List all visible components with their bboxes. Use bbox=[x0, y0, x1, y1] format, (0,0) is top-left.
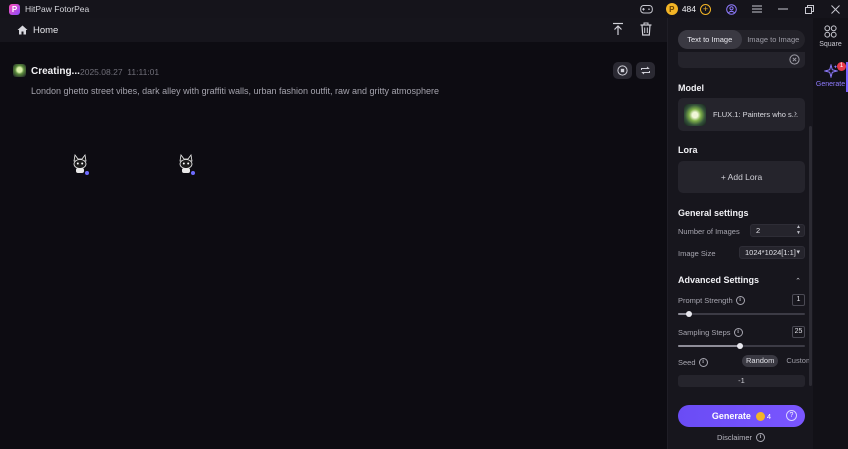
model-section-title: Model bbox=[678, 83, 704, 93]
coin-icon bbox=[755, 411, 765, 421]
image-size-label: Image Size bbox=[678, 249, 716, 258]
num-images-label: Number of Images bbox=[678, 227, 740, 236]
chevron-right-icon: › bbox=[794, 108, 797, 118]
prompt-strength-slider[interactable] bbox=[678, 311, 805, 317]
trash-icon[interactable] bbox=[639, 22, 653, 36]
model-selector[interactable]: FLUX.1: Painters who s... › bbox=[678, 98, 805, 131]
image-size-value: 1024*1024[1:1] bbox=[745, 248, 796, 257]
job-date: 2025.08.27 bbox=[80, 67, 123, 77]
advanced-settings-title: Advanced Settings bbox=[678, 275, 760, 285]
disclaimer-link[interactable]: Disclaimer i bbox=[668, 433, 814, 442]
settings-panel: Text to Image Image to Image Model FLUX.… bbox=[667, 18, 813, 449]
rail-square-label: Square bbox=[819, 41, 842, 48]
top-bar: Home bbox=[0, 18, 667, 42]
grid-icon bbox=[824, 25, 837, 38]
seed-input[interactable]: -1 bbox=[678, 375, 805, 387]
job-status: Creating... bbox=[31, 66, 80, 77]
upload-icon[interactable] bbox=[611, 22, 625, 36]
sampling-steps-slider[interactable] bbox=[678, 343, 805, 349]
user-avatar-icon[interactable] bbox=[718, 0, 744, 18]
title-bar: P HitPaw FotorPea P 484 + bbox=[0, 0, 848, 18]
add-lora-button[interactable]: + Add Lora bbox=[678, 161, 805, 193]
job-timestamp: 2025.08.27 11:11:01 bbox=[80, 67, 159, 77]
sampling-steps-handle[interactable] bbox=[737, 343, 744, 349]
restore-icon[interactable] bbox=[796, 0, 822, 18]
chevron-up-icon[interactable]: ⌃ bbox=[795, 277, 801, 285]
rail-item-generate[interactable]: Generate 1 bbox=[813, 62, 848, 88]
close-icon[interactable] bbox=[822, 0, 848, 18]
stop-icon bbox=[617, 65, 628, 76]
loading-mascot-icon bbox=[73, 154, 89, 175]
add-credits-icon[interactable]: + bbox=[700, 3, 711, 15]
generate-cost: 4 bbox=[766, 411, 772, 421]
stepper-arrows-icon[interactable]: ▲ ▼ bbox=[796, 224, 801, 236]
menu-icon[interactable] bbox=[744, 0, 770, 18]
image-size-select[interactable]: 1024*1024[1:1] ▾ bbox=[739, 246, 805, 259]
tab-image-to-image[interactable]: Image to Image bbox=[742, 30, 806, 49]
info-icon[interactable]: i bbox=[733, 328, 743, 337]
sampling-steps-fill bbox=[678, 345, 741, 347]
job-time: 11:11:01 bbox=[127, 67, 160, 77]
home-link[interactable]: Home bbox=[33, 25, 58, 36]
num-images-label-text: Number of Images bbox=[678, 227, 740, 236]
seed-label: Seed i bbox=[678, 358, 708, 367]
home-icon[interactable] bbox=[17, 25, 28, 35]
rail-item-square[interactable]: Square bbox=[813, 25, 848, 48]
credits-pill[interactable]: P 484 + bbox=[664, 2, 714, 16]
generate-label: Generate bbox=[711, 411, 751, 421]
chevron-down-icon: ▾ bbox=[796, 249, 800, 256]
clear-icon[interactable] bbox=[789, 54, 800, 65]
num-images-value: 2 bbox=[756, 226, 761, 235]
model-thumbnail bbox=[684, 103, 706, 126]
loading-mascot-icon bbox=[179, 154, 195, 175]
seed-mode-toggle: Random Custom bbox=[742, 355, 816, 367]
game-controller-icon[interactable] bbox=[634, 0, 660, 18]
job-prompt: London ghetto street vibes, dark alley w… bbox=[31, 86, 440, 96]
disclaimer-label: Disclaimer bbox=[716, 433, 752, 442]
model-name: FLUX.1: Painters who s... bbox=[713, 110, 799, 119]
stop-button[interactable] bbox=[613, 62, 632, 79]
prompt-strength-value[interactable]: 1 bbox=[792, 294, 805, 306]
seed-label-text: Seed bbox=[678, 358, 696, 367]
credits-count: 484 bbox=[681, 4, 696, 14]
lora-section-title: Lora bbox=[678, 145, 698, 155]
general-settings-title: General settings bbox=[678, 208, 749, 218]
prompt-strength-label-text: Prompt Strength bbox=[678, 296, 733, 305]
info-icon[interactable]: i bbox=[698, 358, 708, 367]
app-title: HitPaw FotorPea bbox=[25, 4, 90, 14]
prompt-input[interactable] bbox=[678, 52, 805, 68]
prompt-strength-label: Prompt Strength i bbox=[678, 296, 745, 305]
tab-text-to-image[interactable]: Text to Image bbox=[678, 30, 742, 49]
coin-icon: P bbox=[665, 3, 678, 15]
seed-random-option[interactable]: Random bbox=[742, 355, 779, 367]
sampling-steps-label: Sampling Steps i bbox=[678, 328, 743, 337]
repeat-icon bbox=[641, 66, 650, 75]
right-rail: Square Generate 1 bbox=[813, 18, 848, 449]
info-icon: i bbox=[756, 433, 765, 442]
num-images-stepper[interactable]: 2 ▲ ▼ bbox=[750, 224, 805, 237]
rail-generate-label: Generate bbox=[815, 81, 846, 88]
mode-tabs: Text to Image Image to Image bbox=[678, 30, 805, 49]
prompt-strength-handle[interactable] bbox=[686, 311, 693, 317]
model-avatar bbox=[13, 64, 26, 77]
sparkle-icon bbox=[823, 64, 838, 78]
notification-badge: 1 bbox=[837, 62, 846, 71]
minimize-icon[interactable] bbox=[770, 0, 796, 18]
main-canvas: Creating... 2025.08.27 11:11:01 London g… bbox=[0, 42, 667, 449]
panel-scrollbar[interactable] bbox=[809, 126, 812, 386]
generate-button[interactable]: Generate 4 ? bbox=[678, 405, 805, 427]
regenerate-button[interactable] bbox=[636, 62, 655, 79]
info-icon[interactable]: i bbox=[735, 296, 745, 305]
app-logo-icon: P bbox=[9, 3, 20, 15]
image-size-label-text: Image Size bbox=[678, 249, 716, 258]
sampling-steps-label-text: Sampling Steps bbox=[678, 328, 731, 337]
sampling-steps-value[interactable]: 25 bbox=[792, 326, 805, 338]
help-icon[interactable]: ? bbox=[786, 410, 797, 421]
